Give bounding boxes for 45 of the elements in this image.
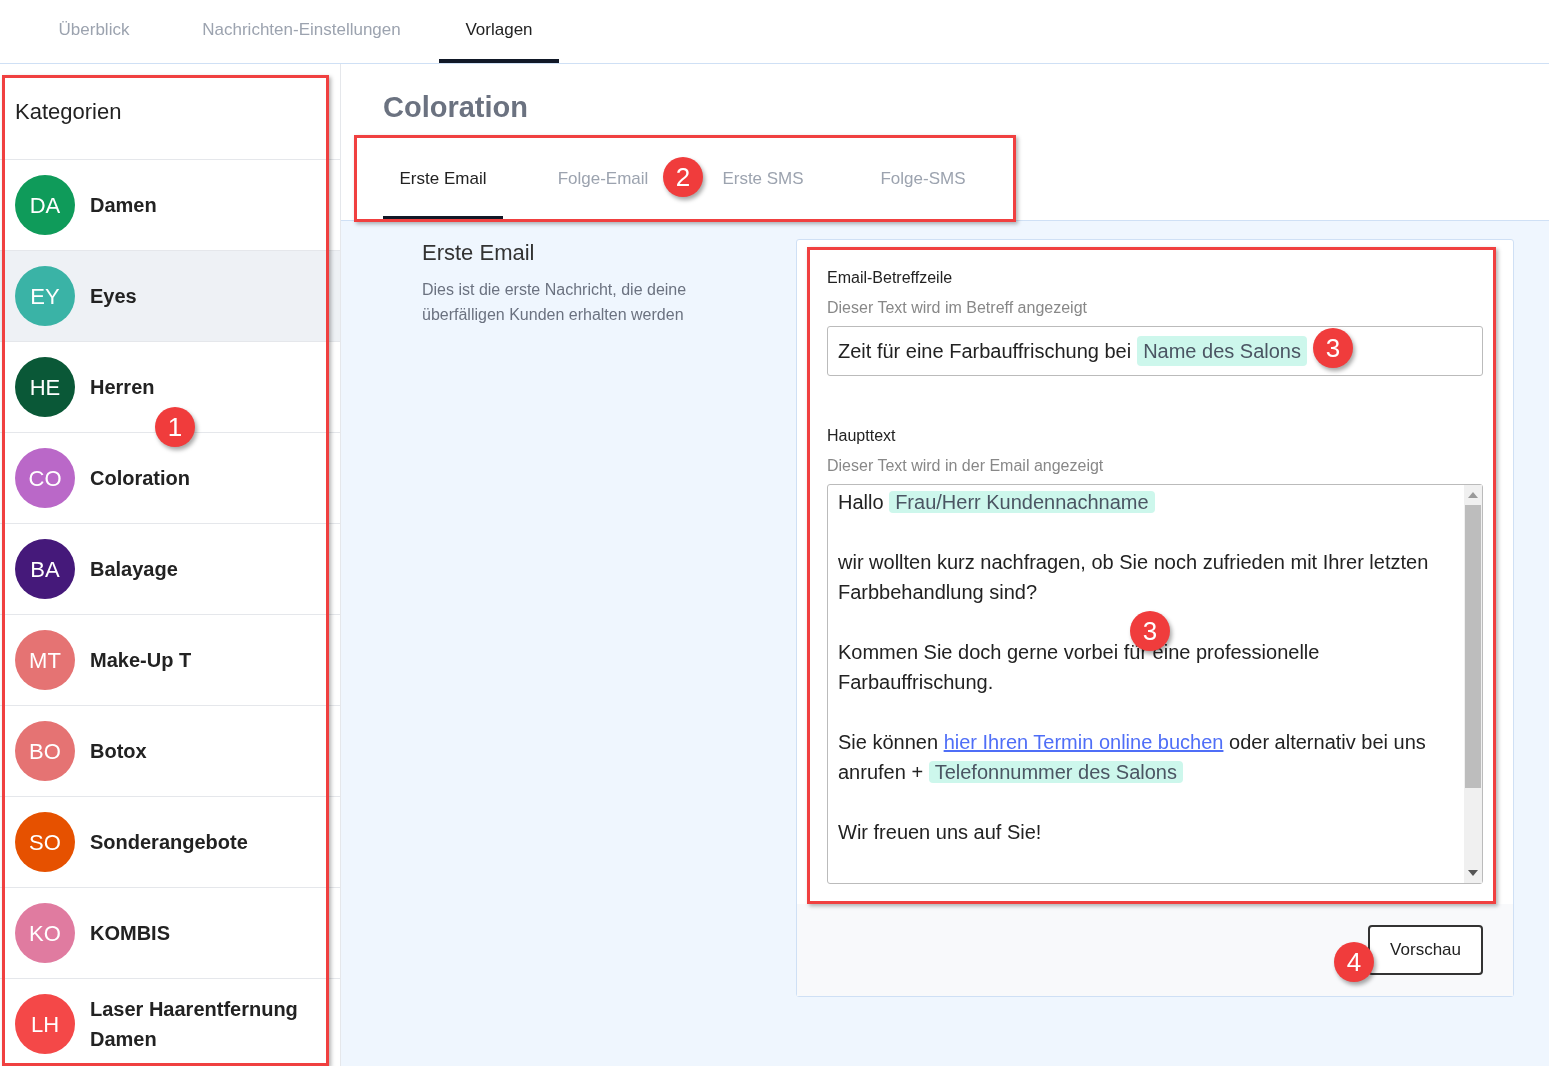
section-title: Erste Email [422, 238, 536, 267]
body-paragraph: wir wollten kurz nachfragen, ob Sie noch zufrieden mit Ihrer letzten Farbbehandlung sind? [838, 549, 1430, 605]
category-name: Laser Haarentfernung Damen [90, 997, 299, 1052]
preview-button[interactable]: Vorschau [1368, 924, 1483, 975]
category-name: Damen [90, 193, 158, 218]
scroll-down-icon[interactable] [1468, 869, 1478, 876]
scrollbar-thumb[interactable] [1465, 504, 1481, 788]
placeholder-token: Telefonnummer des Salons [928, 760, 1183, 783]
body-text-area[interactable] [827, 483, 1483, 884]
field-hint: Dieser Text wird in der Email angezeigt [827, 455, 1105, 476]
field-hint: Dieser Text wird im Betreff angezeigt [827, 297, 1088, 318]
scroll-up-icon[interactable] [1468, 491, 1478, 498]
category-name: Sonderangebote [90, 830, 249, 855]
scrollbar[interactable] [1464, 484, 1482, 883]
category-name: Make-Up T [90, 648, 193, 673]
category-avatar: HE [15, 357, 75, 417]
category-item[interactable]: EY Eyes [0, 251, 340, 342]
body-paragraph: Wir freuen uns auf Sie! [838, 819, 1043, 845]
placeholder-token: Name des Salons [1137, 335, 1307, 366]
category-avatar: CO [15, 448, 75, 508]
category-name: Eyes [90, 284, 138, 309]
category-avatar: KO [15, 903, 75, 963]
field-label: Haupttext [827, 425, 897, 446]
category-name: Botox [90, 739, 148, 764]
category-avatar: BA [15, 539, 75, 599]
category-avatar: BO [15, 721, 75, 781]
category-avatar: LH [15, 994, 75, 1054]
category-avatar: SO [15, 812, 75, 872]
category-avatar: MT [15, 630, 75, 690]
section-description: Dies ist die erste Nachricht, die deine überfälligen Kunden erhalten werden [422, 279, 688, 325]
sub-tab[interactable]: Erste Email [383, 141, 503, 220]
subject-text: Zeit für eine Farbauffrischung bei [838, 338, 1132, 364]
field-label: Email-Betreffzeile [827, 267, 954, 288]
category-name: Coloration [90, 466, 191, 491]
body-paragraph: Hallo Frau/Herr Kundennachname [838, 486, 1444, 517]
category-name: Balayage [90, 557, 179, 582]
sidebar-title: Kategorien [15, 98, 122, 126]
body-paragraph: Sie können hier Ihren Termin online buchen oder alternativ bei uns anrufen + Telefonnummer des Salons [838, 729, 1427, 785]
category-name: KOMBIS [90, 921, 171, 946]
placeholder-token: Frau/Herr Kundennachname [889, 490, 1155, 513]
category-avatar: EY [15, 266, 75, 326]
page-title: Coloration [383, 91, 528, 123]
category-name: Herren [90, 375, 156, 400]
booking-link[interactable]: hier Ihren Termin online buchen [943, 730, 1224, 753]
category-avatar: DA [15, 175, 75, 235]
